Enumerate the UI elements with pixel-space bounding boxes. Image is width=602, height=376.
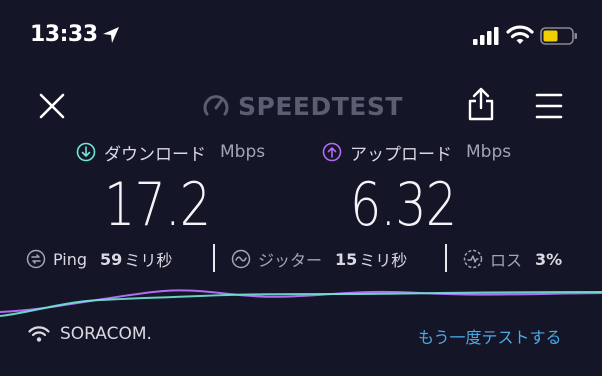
download-unit: Mbps	[220, 142, 266, 162]
share-icon[interactable]	[466, 86, 496, 122]
location-arrow-icon	[103, 27, 119, 43]
stats-divider	[213, 244, 215, 272]
upload-arrow-icon	[322, 142, 342, 162]
upload-label: アップロード	[350, 144, 452, 165]
loss-stat: ロス 3%	[463, 247, 562, 271]
brand-name: SPEEDTEST	[238, 91, 403, 121]
packet-loss-icon	[463, 249, 483, 269]
speed-graph	[0, 289, 602, 317]
wifi-icon	[28, 326, 50, 342]
ping-label: Ping	[53, 249, 88, 269]
battery-icon	[540, 27, 577, 45]
jitter-value: 15	[335, 249, 358, 269]
provider-name: SORACOM.	[60, 324, 152, 344]
wifi-icon	[506, 25, 534, 44]
close-icon[interactable]	[36, 90, 68, 122]
speedometer-icon	[203, 95, 229, 116]
brand-logo: SPEEDTEST	[202, 88, 403, 124]
stats-row: Ping 59 ミリ秒 ジッター 15 ミリ秒 ロス 3%	[26, 244, 586, 274]
retest-button[interactable]: もう一度テストする	[418, 324, 562, 348]
ping-unit: ミリ秒	[124, 251, 173, 270]
ping-icon	[26, 249, 46, 269]
upload-value: 6.32	[350, 170, 457, 240]
provider-info: SORACOM.	[28, 324, 152, 344]
jitter-unit: ミリ秒	[359, 251, 408, 270]
status-time: 13:33	[30, 22, 98, 47]
download-arrow-icon	[76, 142, 96, 162]
jitter-stat: ジッター 15 ミリ秒	[231, 247, 407, 271]
ping-value: 59	[100, 249, 123, 269]
stats-divider	[445, 244, 447, 272]
loss-value: 3%	[535, 249, 563, 269]
upload-header: アップロード Mbps	[322, 139, 511, 165]
download-label: ダウンロード	[104, 144, 206, 165]
cellular-signal-icon	[473, 27, 499, 45]
menu-icon[interactable]	[534, 92, 564, 120]
loss-label: ロス	[490, 251, 523, 270]
download-value: 17.2	[104, 170, 211, 240]
upload-unit: Mbps	[466, 142, 512, 162]
jitter-icon	[231, 249, 251, 269]
ping-stat: Ping 59 ミリ秒	[26, 247, 172, 271]
download-header: ダウンロード Mbps	[76, 139, 265, 165]
jitter-label: ジッター	[258, 251, 323, 270]
